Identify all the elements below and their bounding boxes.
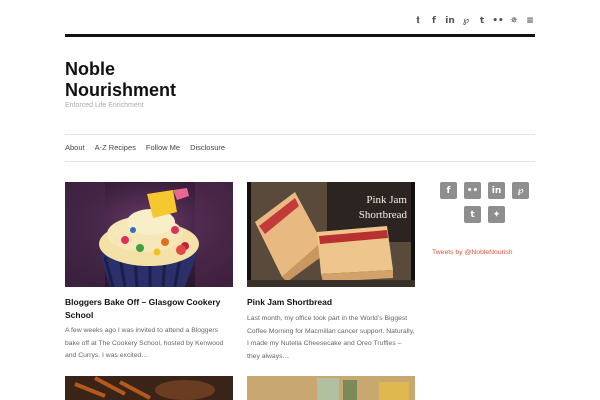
post-card: Pink Jam Shortbread Pink Jam Shortbread …	[247, 182, 415, 360]
nav-divider-bottom	[65, 161, 535, 162]
facebook-icon[interactable]: f	[440, 182, 457, 199]
nav-divider-top	[65, 134, 535, 135]
post-excerpt: Last month, my office took part in the W…	[247, 315, 415, 360]
tumblr-icon[interactable]: t	[474, 14, 490, 28]
header-rule	[65, 34, 535, 37]
pinterest-icon[interactable]: ℘	[512, 182, 529, 199]
image-caption-line: Shortbread	[359, 209, 408, 221]
site-tagline: Enforced Life Enrichment	[65, 102, 144, 109]
twitter-icon[interactable]: ✦	[488, 206, 505, 223]
post-card: Bloggers Bake Off – Glasgow Cookery Scho…	[65, 182, 233, 359]
post-title[interactable]: Pink Jam Shortbread	[247, 296, 415, 309]
main-nav: About A-Z Recipes Follow Me Disclosure	[65, 143, 225, 152]
twitter-timeline-link[interactable]: Tweets by @NobleNourish	[432, 249, 513, 256]
post-title[interactable]: Bloggers Bake Off – Glasgow Cookery Scho…	[65, 296, 233, 322]
nav-item-disclosure[interactable]: Disclosure	[190, 143, 225, 152]
image-caption-line: Pink Jam	[366, 194, 407, 206]
linkedin-icon[interactable]: in	[488, 182, 505, 199]
nav-item-follow-me[interactable]: Follow Me	[146, 143, 180, 152]
flickr-icon[interactable]: ••	[490, 14, 506, 28]
nav-item-az-recipes[interactable]: A-Z Recipes	[95, 143, 136, 152]
rss-icon[interactable]: ≡	[522, 14, 538, 28]
pinterest-icon[interactable]: ℘	[458, 14, 474, 28]
site-title[interactable]: Noble Nourishment	[65, 59, 205, 101]
tumblr-icon[interactable]: t	[464, 206, 481, 223]
top-social-links: 𝐭 f in ℘ t •• ✵ ≡	[410, 14, 538, 28]
post-image-partial[interactable]	[247, 376, 415, 400]
twitter-icon[interactable]: 𝐭	[410, 14, 426, 28]
facebook-icon[interactable]: f	[426, 14, 442, 28]
yelp-icon[interactable]: ✵	[506, 14, 522, 28]
flickr-icon[interactable]: ••	[464, 182, 481, 199]
post-excerpt: A few weeks ago I was invited to attend …	[65, 327, 224, 359]
shortbread-image[interactable]: Pink Jam Shortbread	[247, 182, 415, 287]
linkedin-icon[interactable]: in	[442, 14, 458, 28]
post-image-partial[interactable]	[65, 376, 233, 400]
nav-item-about[interactable]: About	[65, 143, 85, 152]
cupcake-image[interactable]	[65, 182, 233, 287]
